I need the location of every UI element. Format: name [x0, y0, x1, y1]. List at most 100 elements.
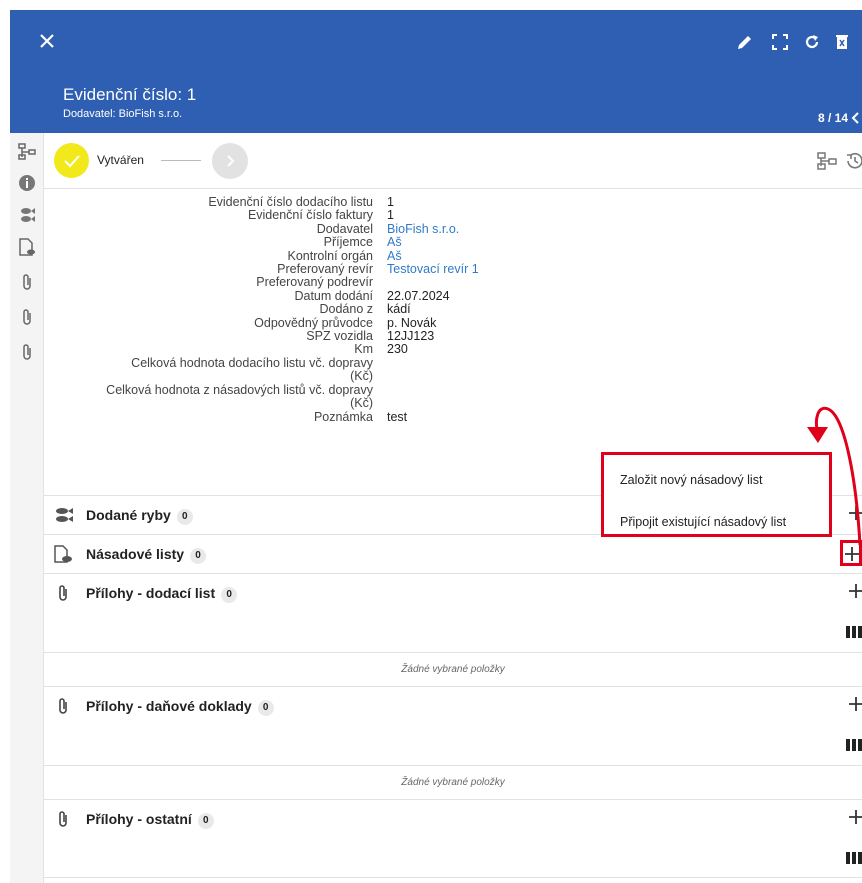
field-label: Preferovaný revír [277, 262, 373, 277]
field-label: Evidenční číslo dodacího listu [208, 195, 373, 209]
field-row: Příjemce Aš [44, 235, 862, 250]
check-icon [64, 155, 80, 168]
field-label: Celková hodnota dodacího listu vč. dopra… [131, 355, 373, 384]
paperclip-icon [59, 585, 67, 601]
divider [44, 652, 862, 653]
field-label: Preferovaný podrevír [256, 275, 373, 290]
field-row: Preferovaný revír Testovací revír 1 [44, 262, 862, 277]
divider [44, 877, 862, 878]
refresh-icon[interactable] [802, 32, 822, 52]
field-label: Km [354, 342, 373, 357]
document-fish-icon[interactable] [17, 237, 37, 257]
field-row: Datum dodání 22.07.2024 [44, 288, 862, 303]
count-badge: 0 [176, 509, 193, 525]
delete-icon[interactable] [832, 32, 852, 52]
field-label: Příjemce [323, 235, 373, 250]
chevron-left-icon[interactable] [850, 111, 862, 125]
paperclip-icon[interactable] [17, 307, 37, 327]
count-badge: 0 [197, 813, 214, 829]
section-prilohy-dodaci-list[interactable]: Přílohy - dodací list 0 [44, 574, 862, 612]
field-value [373, 384, 387, 411]
chevron-right-icon [227, 155, 235, 167]
page-title: Evidenční číslo: 1 [63, 85, 197, 104]
section-prilohy-ostatni[interactable]: Přílohy - ostatní 0 [44, 800, 862, 838]
paperclip-icon[interactable] [17, 342, 37, 362]
field-row: Poznámka test [44, 409, 862, 424]
history-icon[interactable] [844, 150, 862, 172]
section-title: Přílohy - dodací list 0 [86, 585, 238, 603]
columns-icon[interactable] [846, 852, 862, 864]
section-title-text: Dodané ryby [86, 507, 171, 523]
field-row: SPZ vozidla 12JJ123 [44, 329, 862, 344]
field-row: Evidenční číslo dodacího listu 1 [44, 195, 862, 209]
plus-icon[interactable] [847, 808, 862, 826]
workflow-step-next[interactable] [212, 143, 248, 179]
field-value: test [387, 409, 408, 424]
workflow-connector [161, 160, 201, 161]
fish-icon[interactable] [17, 205, 37, 225]
field-row: Km 230 [44, 342, 862, 357]
tree-icon[interactable] [816, 151, 838, 171]
field-value: kádí [387, 302, 411, 317]
field-row: Kontrolní orgán Aš [44, 249, 862, 263]
close-icon[interactable] [36, 30, 58, 52]
count-badge: 0 [190, 548, 207, 564]
plus-icon[interactable] [847, 582, 862, 600]
field-row: Preferovaný podrevír [44, 275, 862, 290]
field-label: Datum dodání [294, 288, 373, 303]
field-label: Evidenční číslo faktury [247, 208, 373, 223]
field-label: Dodavatel [316, 221, 373, 236]
section-title-text: Přílohy - dodací list [86, 585, 216, 601]
field-value: 22.07.2024 [387, 288, 450, 303]
field-value: p. Novák [387, 315, 437, 330]
field-link[interactable]: BioFish s.r.o. [373, 222, 459, 236]
fullscreen-icon[interactable] [770, 32, 790, 52]
count-badge: 0 [257, 700, 274, 716]
field-label: SPZ vozidla [306, 329, 373, 344]
detail-header: Evidenční číslo: 1 Dodavatel: BioFish s.… [10, 10, 862, 133]
workflow-step-done[interactable] [54, 143, 89, 178]
field-row: Evidenční číslo faktury 1 [44, 208, 862, 223]
paperclip-icon [59, 811, 67, 827]
section-title-text: Násadové listy [86, 546, 185, 562]
divider [44, 765, 862, 766]
info-icon[interactable] [17, 173, 37, 193]
columns-icon[interactable] [846, 739, 862, 751]
field-link[interactable]: Aš [373, 235, 402, 249]
document-fish-icon [54, 545, 72, 563]
field-row: Odpovědný průvodce p. Novák [44, 315, 862, 330]
field-label: Odpovědný průvodce [254, 315, 373, 330]
section-sidebar [10, 133, 44, 883]
count-badge: 0 [221, 587, 238, 603]
menu-item-create[interactable]: Založit nový násadový list [620, 473, 762, 487]
columns-icon[interactable] [846, 626, 862, 638]
field-link[interactable]: Aš [373, 249, 402, 263]
field-label: Dodáno z [319, 302, 373, 317]
section-title-text: Přílohy - daňové doklady [86, 698, 252, 714]
annotation-arrow [807, 406, 862, 546]
section-title: Násadové listy 0 [86, 546, 207, 564]
workflow-step-label: Vytvářen [97, 153, 144, 167]
field-value: 1 [387, 208, 394, 223]
paperclip-icon[interactable] [17, 272, 37, 292]
field-label: Celková hodnota z násadových listů vč. d… [106, 382, 373, 411]
section-nasadove-listy[interactable]: Násadové listy 0 [44, 535, 862, 573]
divider [44, 188, 862, 189]
plus-icon[interactable] [847, 695, 862, 713]
detail-fields: Evidenční číslo dodacího listu 1 Evidenčn… [44, 195, 862, 424]
tree-icon[interactable] [17, 141, 37, 161]
field-value [373, 357, 387, 384]
field-value: 1 [387, 195, 394, 209]
field-row: Dodavatel BioFish s.r.o. [44, 221, 862, 236]
empty-list-text: Žádné vybrané položky [401, 777, 505, 788]
paperclip-icon [59, 698, 67, 714]
menu-item-attach[interactable]: Připojit existující násadový list [620, 515, 786, 529]
empty-list-text: Žádné vybrané položky [401, 664, 505, 675]
field-value: 230 [387, 342, 408, 357]
section-prilohy-danove-doklady[interactable]: Přílohy - daňové doklady 0 [44, 687, 862, 725]
field-row: Celková hodnota z násadových listů vč. d… [44, 382, 862, 411]
field-link[interactable]: Testovací revír 1 [373, 262, 479, 276]
pencil-icon[interactable] [735, 32, 755, 52]
page-subtitle: Dodavatel: BioFish s.r.o. [63, 108, 183, 120]
section-title: Přílohy - daňové doklady 0 [86, 698, 274, 716]
